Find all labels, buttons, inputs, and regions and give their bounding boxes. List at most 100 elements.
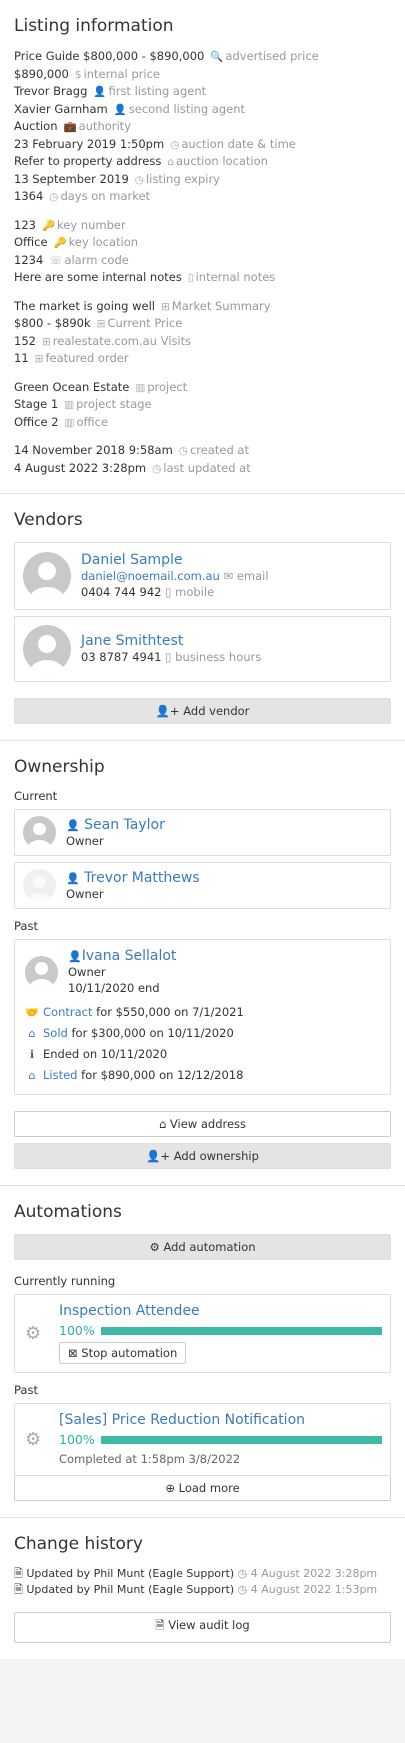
field-value: Xavier Garnham — [14, 101, 108, 116]
view-address-button[interactable]: ⌂ View address — [14, 1111, 391, 1137]
load-more-button[interactable]: ⊕ Load more — [14, 1476, 391, 1501]
field-label-text: alarm code — [64, 252, 129, 267]
automation-card: ⚙ [Sales] Price Reduction Notification 1… — [14, 1403, 391, 1476]
vendor-email[interactable]: daniel@noemail.com.au — [81, 569, 220, 583]
owner-name[interactable]: Ivana Sellalot — [82, 948, 177, 964]
history-item[interactable]: 🗎 Updated by Phil Munt (Eagle Support) ◷… — [14, 1582, 391, 1598]
field-label-text: authority — [78, 119, 132, 133]
add-vendor-button[interactable]: 👤+ Add vendor — [14, 698, 391, 724]
add-ownership-button[interactable]: 👤+ Add ownership — [14, 1143, 391, 1169]
event-text: for $550,000 on 7/1/2021 — [92, 1005, 244, 1019]
completed-at: Completed at 1:58pm 3/8/2022 — [59, 1452, 241, 1466]
view-audit-log-button[interactable]: 🗎 View audit log — [14, 1612, 391, 1643]
add-automation-button[interactable]: ⚙ Add automation — [14, 1234, 391, 1260]
automation-name[interactable]: [Sales] Price Reduction Notification — [59, 1412, 382, 1428]
field-label: ◷ auction date & time — [170, 137, 296, 151]
history-item[interactable]: 🗎 Updated by Phil Munt (Eagle Support) ◷… — [14, 1566, 391, 1582]
field-label: ☏ alarm code — [49, 253, 129, 267]
field-label-text: realestate.com.au Visits — [52, 333, 192, 348]
field-value: 4 August 2022 3:28pm — [14, 460, 147, 475]
dollar-icon: $ — [74, 68, 82, 81]
avatar — [23, 552, 71, 600]
field-label: ▯ internal notes — [188, 270, 275, 284]
progress-percent: 100% — [59, 1432, 95, 1447]
clock-icon: ◷ — [170, 138, 180, 151]
change-history-title: Change history — [14, 1534, 143, 1554]
automation-progress: 100% — [59, 1323, 382, 1338]
field-value: $800 - $890k — [14, 316, 91, 330]
field-label: 👤 first listing agent — [93, 84, 206, 98]
field-label-text: office — [76, 414, 109, 429]
stop-automation-button[interactable]: ⊠ Stop automation — [59, 1342, 187, 1364]
vendor-name[interactable]: Jane Smithtest — [81, 633, 261, 649]
listing-fields: Price Guide $800,000 - $890,000 🔍 advertis… — [14, 48, 391, 477]
vendor-email-label: email — [236, 569, 269, 583]
history-text: Updated by Phil Munt (Eagle Support) — [26, 1567, 235, 1580]
info-icon: ℹ — [29, 1048, 35, 1061]
field-value: Stage 1 — [14, 397, 59, 411]
field-label: 💼 authority — [64, 119, 132, 133]
vendor-phone[interactable]: 03 8787 4941 — [81, 650, 161, 664]
field-label: ⊞ featured order — [35, 351, 129, 365]
field-value: Here are some internal notes — [14, 270, 182, 284]
field-label-text: first listing agent — [108, 84, 207, 98]
event-link[interactable]: Contract — [43, 1005, 92, 1019]
vendor-phone-label: business hours — [175, 650, 262, 664]
field-label: ◷ listing expiry — [135, 172, 220, 186]
vendor-card[interactable]: Daniel Sample daniel@noemail.com.au ✉ em… — [14, 542, 391, 610]
vendor-card[interactable]: Jane Smithtest 03 8787 4941 ▯ business h… — [14, 616, 391, 682]
field-value: Trevor Bragg — [14, 84, 88, 98]
add-automation-label: Add automation — [163, 1240, 256, 1254]
vendor-phone[interactable]: 0404 744 942 — [81, 585, 161, 599]
vendor-phone-label: mobile — [175, 585, 215, 599]
home-icon: ⌂ — [28, 1069, 36, 1082]
field-label: ▥ project — [135, 380, 187, 394]
listing-field-row: 14 November 2018 9:58am ◷ created at — [14, 442, 391, 460]
listing-information-title: Listing information — [14, 16, 174, 36]
clock-icon: ◷ — [49, 191, 59, 203]
field-value: Refer to property address — [14, 154, 162, 168]
gears-icon: ⚙ — [25, 1429, 42, 1450]
view-audit-log-label: View audit log — [168, 1618, 250, 1632]
listing-field-row: Trevor Bragg 👤 first listing agent — [14, 83, 391, 101]
owner-name[interactable]: Trevor Matthews — [84, 870, 199, 886]
vendor-name[interactable]: Daniel Sample — [81, 552, 269, 568]
handshake-icon: 🤝 — [25, 1006, 39, 1019]
event-link[interactable]: Sold — [43, 1026, 68, 1040]
field-label: 🔑 key location — [54, 235, 139, 249]
field-label-text: auction date & time — [181, 136, 296, 151]
field-label-text: featured order — [45, 351, 129, 365]
file-icon: 🗎 — [14, 1567, 27, 1580]
owner-role: Owner — [66, 886, 104, 901]
ownership-title: Ownership — [14, 757, 105, 777]
listing-field-row: Office 🔑 key location — [14, 234, 391, 252]
add-ownership-label: Add ownership — [173, 1149, 259, 1163]
user-icon: 👤 — [66, 818, 80, 832]
home-icon: ⌂ — [28, 1027, 36, 1040]
event-link[interactable]: Listed — [43, 1068, 77, 1082]
owner-card[interactable]: 👤 Trevor Matthews Owner — [14, 862, 391, 909]
owner-name[interactable]: Sean Taylor — [84, 817, 165, 833]
ownership-event: ⌂ Sold for $300,000 on 10/11/2020 — [25, 1023, 380, 1044]
user-plus-icon: 👤+ — [155, 704, 180, 718]
field-label: ⊞ Current Price — [97, 316, 183, 330]
listing-field-row: Stage 1 ▥ project stage — [14, 396, 391, 414]
listing-field-row: Auction 💼 authority — [14, 118, 391, 136]
listing-field-row: Here are some internal notes ▯ internal no… — [14, 269, 391, 287]
user-icon: 👤 — [93, 86, 107, 98]
envelope-icon: ✉ — [223, 569, 234, 583]
field-label-text: second listing agent — [128, 101, 245, 116]
plus-square-icon: ⊞ — [41, 335, 51, 348]
avatar — [23, 816, 56, 849]
field-value: Office — [14, 235, 48, 249]
progress-bar — [100, 1435, 382, 1444]
avatar — [23, 869, 56, 902]
plus-square-icon: ⊞ — [96, 318, 106, 330]
automation-name[interactable]: Inspection Attendee — [59, 1303, 382, 1319]
past-owner-card: 👤Ivana Sellalot Owner 10/11/2020 end 🤝 Co… — [14, 939, 391, 1095]
building-icon: ▥ — [135, 381, 146, 394]
file-icon: 🗎 — [155, 1618, 165, 1632]
field-label-text: project — [147, 379, 188, 394]
field-label: $ internal price — [75, 67, 160, 81]
owner-card[interactable]: 👤 Sean Taylor Owner — [14, 809, 391, 856]
